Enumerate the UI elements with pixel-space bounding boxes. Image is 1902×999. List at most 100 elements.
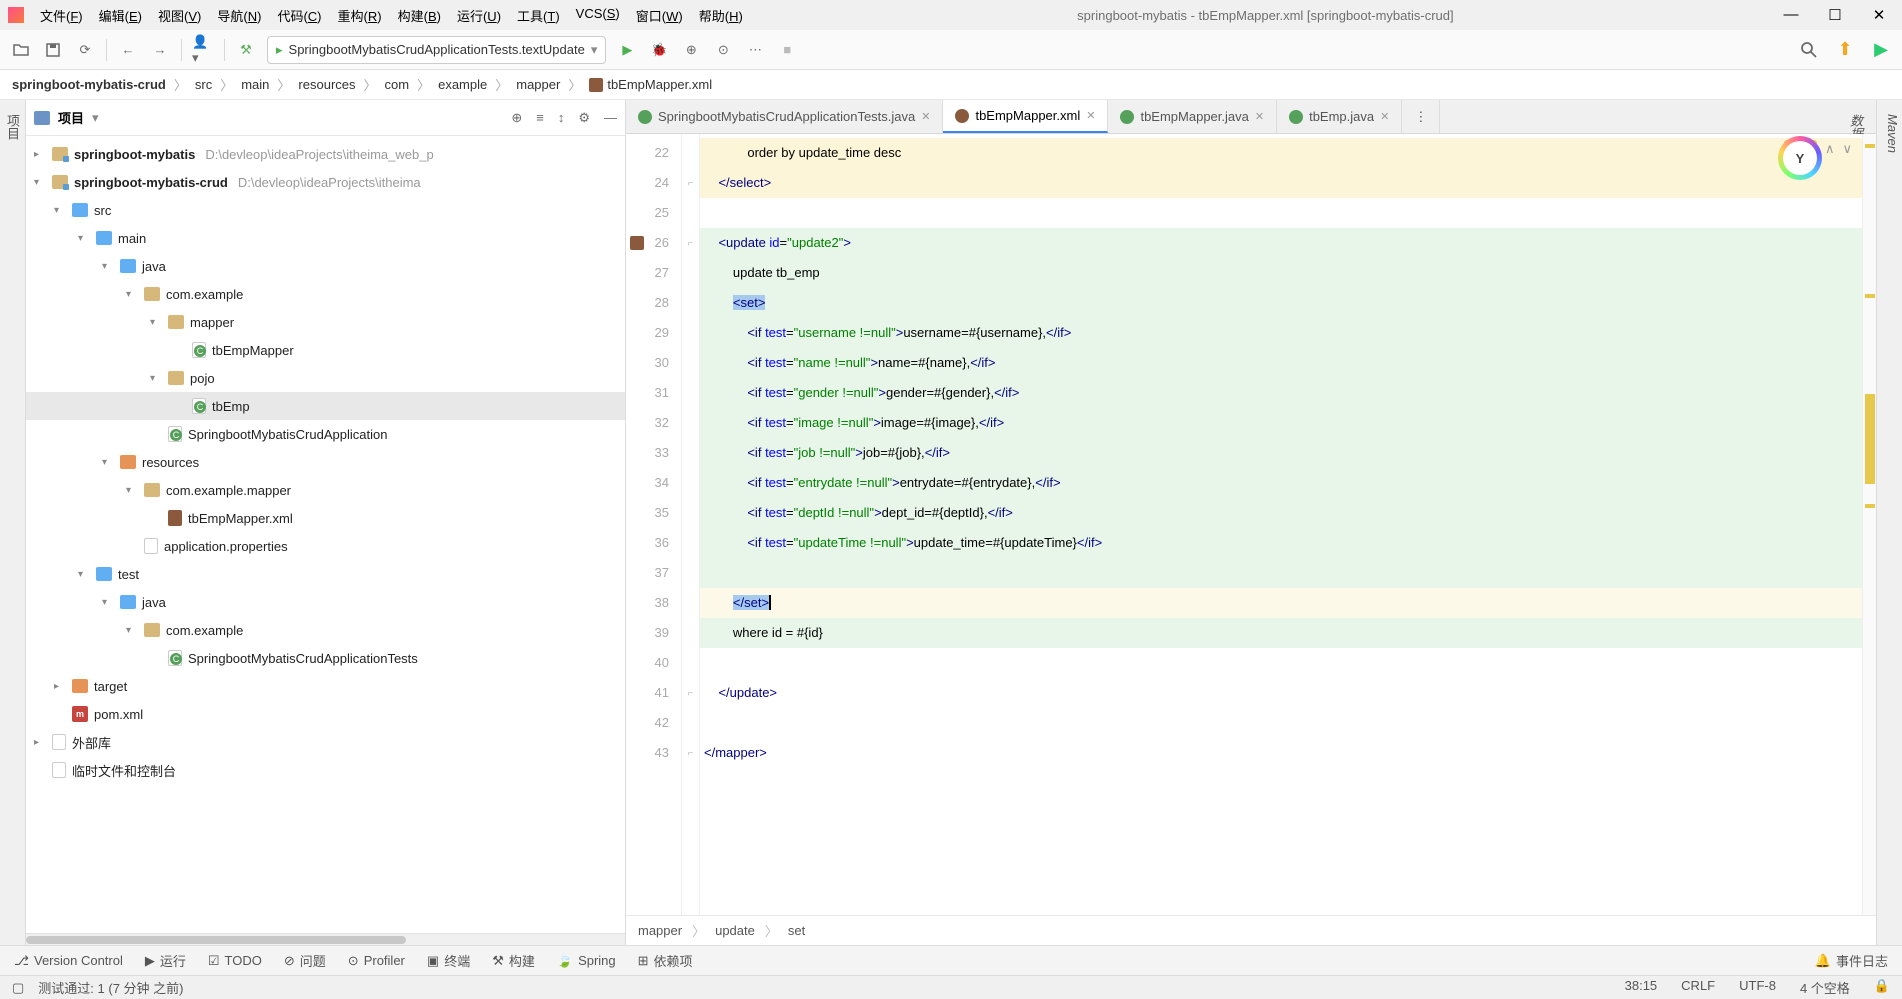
dropdown-icon[interactable]: ▾ bbox=[92, 110, 99, 126]
chevron-up-icon[interactable]: ∧ bbox=[1825, 141, 1835, 157]
editor-tab[interactable]: tbEmp.java✕ bbox=[1277, 100, 1402, 133]
lock-icon[interactable]: 🔒 bbox=[1874, 978, 1890, 997]
close-tab-icon[interactable]: ✕ bbox=[1255, 110, 1264, 123]
bottom-tool-item[interactable]: ⊞依赖项 bbox=[638, 951, 693, 970]
bottom-tool-item[interactable]: ▣终端 bbox=[427, 951, 470, 970]
save-icon[interactable] bbox=[42, 39, 64, 61]
close-button[interactable]: ✕ bbox=[1870, 6, 1888, 24]
stop-icon[interactable]: ■ bbox=[776, 39, 798, 61]
locate-icon[interactable]: ⊕ bbox=[511, 110, 522, 126]
bottom-tool-item[interactable]: ⊘问题 bbox=[284, 951, 326, 970]
breadcrumb-item[interactable]: main bbox=[241, 77, 269, 92]
tree-node[interactable]: ▾com.example.mapper bbox=[26, 476, 625, 504]
breadcrumb-item[interactable]: springboot-mybatis-crud bbox=[12, 77, 166, 92]
tree-node[interactable]: ▸外部库 bbox=[26, 728, 625, 756]
tree-node[interactable]: ▾com.example bbox=[26, 280, 625, 308]
bottom-tool-item[interactable]: ⚒构建 bbox=[492, 951, 535, 970]
project-tree[interactable]: ▸springboot-mybatisD:\devleop\ideaProjec… bbox=[26, 136, 625, 933]
editor-tab[interactable]: SpringbootMybatisCrudApplicationTests.ja… bbox=[626, 100, 943, 133]
tree-node[interactable]: SpringbootMybatisCrudApplicationTests bbox=[26, 644, 625, 672]
jetbrains-icon[interactable]: ▶ bbox=[1870, 39, 1892, 61]
tree-node[interactable]: ▾resources bbox=[26, 448, 625, 476]
bottom-tool-item[interactable]: ⎇Version Control bbox=[14, 953, 123, 969]
run-icon[interactable]: ▶ bbox=[616, 39, 638, 61]
tool-strip-item[interactable]: Maven bbox=[1885, 110, 1900, 935]
menu-item[interactable]: 运行(U) bbox=[451, 4, 507, 27]
menu-item[interactable]: 视图(V) bbox=[152, 4, 207, 27]
code-area[interactable]: ⚠9 ∧ ∨ Y order by update_time desc </sel… bbox=[700, 134, 1862, 915]
close-tab-icon[interactable]: ✕ bbox=[1086, 109, 1095, 122]
cursor-position[interactable]: 38:15 bbox=[1625, 978, 1658, 997]
debug-icon[interactable]: 🐞 bbox=[648, 39, 670, 61]
tree-node[interactable]: SpringbootMybatisCrudApplication bbox=[26, 420, 625, 448]
menu-item[interactable]: 导航(N) bbox=[211, 4, 267, 27]
bottom-tool-item[interactable]: ☑TODO bbox=[208, 953, 262, 969]
breadcrumb-item[interactable]: src bbox=[195, 77, 212, 92]
menu-item[interactable]: 编辑(E) bbox=[93, 4, 148, 27]
encoding[interactable]: UTF-8 bbox=[1739, 978, 1776, 997]
tree-node[interactable]: ▸springboot-mybatisD:\devleop\ideaProjec… bbox=[26, 140, 625, 168]
marker-bar[interactable] bbox=[1862, 134, 1876, 915]
tool-strip-item[interactable]: 项目 bbox=[3, 110, 22, 935]
sync-icon[interactable]: ⬆ bbox=[1834, 39, 1856, 61]
menu-item[interactable]: 重构(R) bbox=[332, 4, 388, 27]
hammer-icon[interactable]: ⚒ bbox=[235, 39, 257, 61]
menu-item[interactable]: 窗口(W) bbox=[630, 4, 689, 27]
tree-node[interactable]: application.properties bbox=[26, 532, 625, 560]
tree-node[interactable]: ▸target bbox=[26, 672, 625, 700]
editor-tab[interactable]: tbEmpMapper.xml✕ bbox=[943, 100, 1108, 133]
breadcrumb-item[interactable]: com bbox=[385, 77, 410, 92]
expand-icon[interactable]: ≡ bbox=[536, 110, 544, 126]
run-config-selector[interactable]: ▸ SpringbootMybatisCrudApplicationTests.… bbox=[267, 36, 606, 64]
status-square-icon[interactable]: ▢ bbox=[12, 980, 24, 996]
close-tab-icon[interactable]: ✕ bbox=[921, 110, 930, 123]
bottom-tool-item[interactable]: ⊙Profiler bbox=[348, 953, 405, 969]
line-separator[interactable]: CRLF bbox=[1681, 978, 1715, 997]
close-tab-icon[interactable]: ✕ bbox=[1380, 110, 1389, 123]
bottom-tool-item[interactable]: 🍃Spring bbox=[557, 953, 616, 969]
bottom-tool-item[interactable]: ▶运行 bbox=[145, 951, 186, 970]
profile-icon[interactable]: ⊙ bbox=[712, 39, 734, 61]
tree-node[interactable]: tbEmpMapper bbox=[26, 336, 625, 364]
fold-gutter[interactable]: ⌐⌐⌐⌐ bbox=[682, 134, 700, 915]
tabs-more-icon[interactable]: ⋮ bbox=[1402, 100, 1440, 133]
gear-icon[interactable]: ⚙ bbox=[578, 110, 590, 126]
user-icon[interactable]: 👤▾ bbox=[192, 39, 214, 61]
tree-node[interactable]: 临时文件和控制台 bbox=[26, 756, 625, 784]
breadcrumb-item[interactable]: example bbox=[438, 77, 487, 92]
tree-node[interactable]: ▾src bbox=[26, 196, 625, 224]
refresh-icon[interactable]: ⟳ bbox=[74, 39, 96, 61]
code-crumb[interactable]: set bbox=[788, 923, 805, 938]
editor-body[interactable]: 2224252627282930313233343536373839404142… bbox=[626, 134, 1876, 915]
breadcrumb-item[interactable]: resources bbox=[298, 77, 355, 92]
open-icon[interactable] bbox=[10, 39, 32, 61]
breadcrumb-item[interactable]: mapper bbox=[516, 77, 560, 92]
tree-node[interactable]: ▾mapper bbox=[26, 308, 625, 336]
back-icon[interactable]: ← bbox=[117, 39, 139, 61]
ai-assistant-icon[interactable]: Y bbox=[1778, 136, 1822, 180]
tree-node[interactable]: ▾java bbox=[26, 252, 625, 280]
code-crumb[interactable]: mapper bbox=[638, 923, 682, 938]
tree-node[interactable]: tbEmpMapper.xml bbox=[26, 504, 625, 532]
tree-node[interactable]: ▾springboot-mybatis-crudD:\devleop\ideaP… bbox=[26, 168, 625, 196]
tree-node[interactable]: ▾pojo bbox=[26, 364, 625, 392]
menu-item[interactable]: 构建(B) bbox=[392, 4, 447, 27]
breadcrumb-item[interactable]: tbEmpMapper.xml bbox=[589, 77, 712, 93]
tree-node[interactable]: ▾com.example bbox=[26, 616, 625, 644]
event-log-button[interactable]: 🔔 事件日志 bbox=[1815, 951, 1888, 970]
minimize-button[interactable]: — bbox=[1782, 6, 1800, 24]
menu-item[interactable]: VCS(S) bbox=[570, 4, 626, 27]
menu-item[interactable]: 代码(C) bbox=[271, 4, 327, 27]
code-crumb[interactable]: update bbox=[715, 923, 755, 938]
forward-icon[interactable]: → bbox=[149, 39, 171, 61]
coverage-icon[interactable]: ⊕ bbox=[680, 39, 702, 61]
chevron-down-icon[interactable]: ∨ bbox=[1842, 141, 1852, 157]
tree-node[interactable]: ▾java bbox=[26, 588, 625, 616]
tree-node[interactable]: ▾main bbox=[26, 224, 625, 252]
attach-icon[interactable]: ⋯ bbox=[744, 39, 766, 61]
h-scrollbar[interactable] bbox=[26, 933, 625, 945]
collapse-icon[interactable]: ↕ bbox=[558, 110, 565, 126]
search-icon[interactable] bbox=[1798, 39, 1820, 61]
tree-node[interactable]: ▾test bbox=[26, 560, 625, 588]
tree-node[interactable]: mpom.xml bbox=[26, 700, 625, 728]
